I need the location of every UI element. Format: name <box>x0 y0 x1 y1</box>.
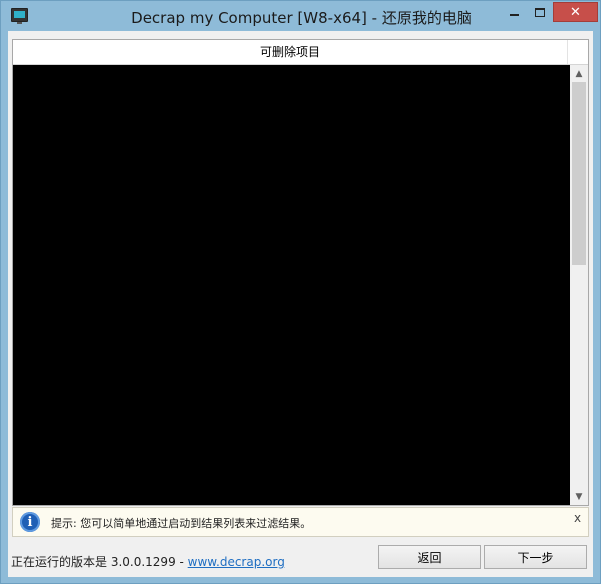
info-icon: i <box>20 512 40 532</box>
back-button[interactable]: 返回 <box>378 545 481 569</box>
vertical-scrollbar[interactable]: ▲ ▼ <box>570 65 588 505</box>
app-window: Decrap my Computer [W8-x64] - 还原我的电脑 ✕ 可… <box>0 0 601 584</box>
maximize-button[interactable] <box>527 2 553 22</box>
version-label: 正在运行的版本是 3.0.0.1299 - www.decrap.org <box>11 553 285 570</box>
minimize-button[interactable] <box>501 2 527 22</box>
hint-close-icon[interactable]: x <box>574 511 581 525</box>
next-button[interactable]: 下一步 <box>484 545 587 569</box>
close-icon: ✕ <box>570 4 581 20</box>
title-bar[interactable]: Decrap my Computer [W8-x64] - 还原我的电脑 ✕ <box>1 1 600 31</box>
website-link[interactable]: www.decrap.org <box>188 555 285 569</box>
list-body[interactable] <box>13 65 570 505</box>
column-header-removable-items[interactable]: 可删除项目 <box>13 40 568 64</box>
scroll-thumb[interactable] <box>572 82 586 265</box>
maximize-icon <box>535 7 545 17</box>
scroll-down-arrow-icon[interactable]: ▼ <box>570 488 588 505</box>
hint-text: 提示: 您可以简单地通过启动到结果列表来过滤结果。 <box>51 517 312 530</box>
removable-items-list[interactable]: 可删除项目 ▲ ▼ <box>12 39 589 506</box>
close-button[interactable]: ✕ <box>553 2 598 22</box>
scroll-up-arrow-icon[interactable]: ▲ <box>570 65 588 82</box>
list-header: 可删除项目 <box>13 40 588 65</box>
hint-bar: i 提示: 您可以简单地通过启动到结果列表来过滤结果。 x <box>12 507 589 537</box>
client-area: 可删除项目 ▲ ▼ i 提示: 您可以简单地通过启动到结果列表来过滤结果。 x … <box>8 31 593 577</box>
minimize-icon <box>509 14 519 16</box>
version-text: 正在运行的版本是 3.0.0.1299 - <box>11 555 188 569</box>
